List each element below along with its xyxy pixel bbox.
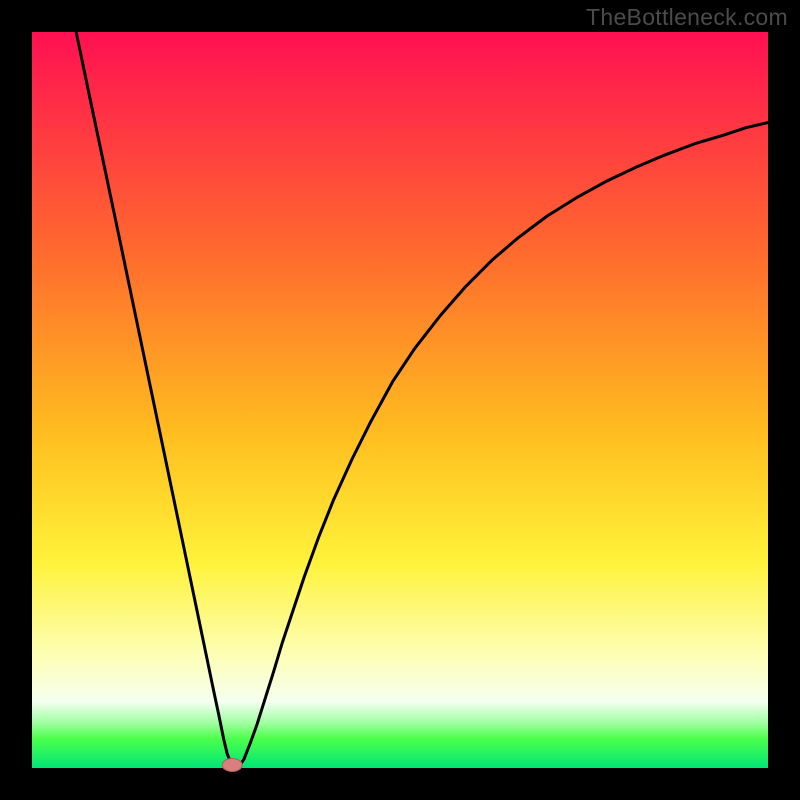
bottleneck-chart (0, 0, 800, 800)
optimal-point-marker (222, 759, 242, 772)
chart-frame: TheBottleneck.com (0, 0, 800, 800)
plot-background (32, 32, 768, 768)
watermark-text: TheBottleneck.com (586, 4, 788, 31)
